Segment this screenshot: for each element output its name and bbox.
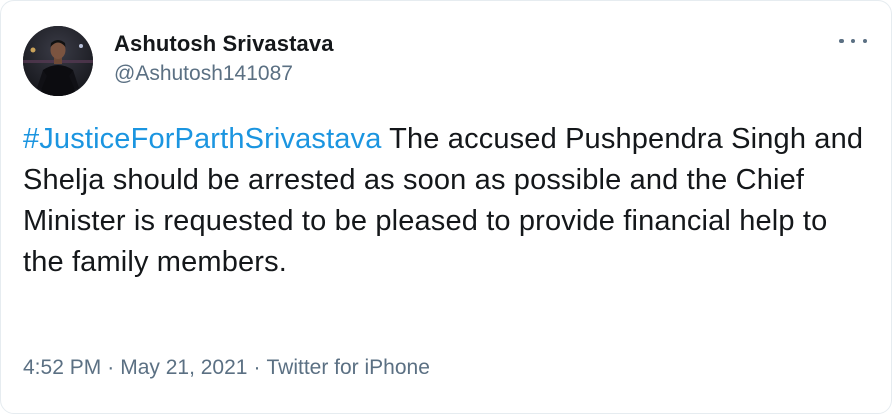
meta-separator: · [107, 356, 115, 379]
tweet-text: #JusticeForParthSrivastava The accused P… [23, 119, 873, 283]
more-dot [850, 38, 856, 44]
tweet-source[interactable]: Twitter for iPhone [266, 356, 429, 379]
tweet-meta: 4:52 PM · May 21, 2021 · Twitter for iPhone [23, 356, 430, 380]
avatar-image [23, 26, 93, 96]
author-handle[interactable]: @Ashutosh141087 [114, 62, 293, 86]
hashtag-link[interactable]: #JusticeForParthSrivastava [23, 123, 381, 155]
tweet-time[interactable]: 4:52 PM [23, 356, 101, 379]
tweet-card: Ashutosh Srivastava @Ashutosh141087 #Jus… [0, 0, 892, 414]
more-dot [839, 38, 844, 44]
tweet-date[interactable]: May 21, 2021 [120, 356, 247, 379]
avatar[interactable] [23, 26, 93, 96]
meta-separator: · [253, 356, 261, 379]
more-dot [862, 38, 867, 44]
more-horizontal-icon[interactable] [839, 31, 867, 51]
author-display-name[interactable]: Ashutosh Srivastava [114, 31, 334, 57]
